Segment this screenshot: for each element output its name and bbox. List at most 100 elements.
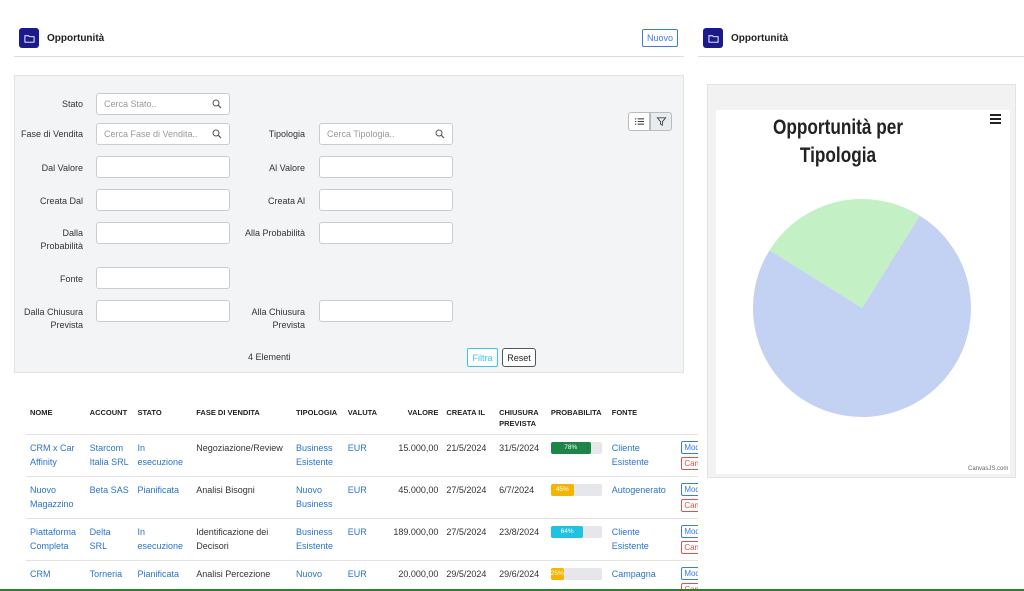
creata-dal-input[interactable]: [96, 189, 230, 211]
probability-fill: 64%: [550, 526, 584, 538]
dalla-chiusura-label: Dalla Chiusura Prevista: [23, 307, 83, 330]
col-tipologia[interactable]: TIPOLOGIA: [291, 402, 344, 435]
dalla-probabilita-input[interactable]: [96, 222, 230, 244]
col-stato[interactable]: STATO: [133, 402, 193, 435]
cell-stato[interactable]: In esecuzione: [133, 518, 193, 561]
probability-bar: 78%: [550, 442, 602, 454]
folder-icon: [703, 28, 723, 48]
search-icon: [212, 129, 222, 139]
tipologia-search-input[interactable]: Cerca Tipologia..: [319, 123, 453, 145]
filter-toggle-button[interactable]: [650, 112, 672, 131]
search-icon: [435, 129, 445, 139]
cell-valore: 20.000,00: [389, 560, 443, 591]
cell-fase: Analisi Bisogni: [192, 476, 292, 519]
cell-account[interactable]: Beta SAS: [85, 476, 134, 519]
modifica-button[interactable]: Modifica: [681, 483, 698, 496]
alla-probabilita-input[interactable]: [319, 222, 453, 244]
fonte-label: Fonte: [59, 274, 83, 284]
cell-fonte[interactable]: Campagna: [607, 560, 678, 591]
cell-probabilita: 64%: [546, 518, 608, 561]
cell-valore: 45.000,00: [389, 476, 443, 519]
fonte-input[interactable]: [96, 267, 230, 289]
cell-chiusura: 23/8/2024: [495, 518, 547, 561]
table-row: CRM Torneria Pianificata Analisi Percezione…: [26, 560, 698, 591]
col-creata[interactable]: CREATA IL: [442, 402, 496, 435]
cell-tipologia[interactable]: Nuovo: [291, 560, 344, 591]
modifica-button[interactable]: Modifica: [681, 441, 698, 454]
probability-bar: 45%: [550, 484, 602, 496]
cell-valuta[interactable]: EUR: [343, 476, 390, 519]
cell-fonte[interactable]: Cliente Esistente: [607, 518, 678, 561]
cell-stato[interactable]: Pianificata: [133, 476, 193, 519]
filter-icon: [655, 117, 667, 126]
hamburger-icon[interactable]: [990, 114, 1001, 124]
cell-chiusura: 6/7/2024: [495, 476, 547, 519]
fase-search-input[interactable]: Cerca Fase di Vendita..: [96, 123, 230, 145]
cell-fonte[interactable]: Cliente Esistente: [607, 434, 678, 477]
cell-fonte[interactable]: Autogenerato: [607, 476, 678, 519]
cell-fase: Identificazione dei Decisori: [192, 518, 292, 561]
col-valuta[interactable]: VALUTA: [343, 402, 390, 435]
cancella-button[interactable]: Cancella: [681, 457, 698, 470]
dalla-chiusura-input[interactable]: [96, 300, 230, 322]
cell-account[interactable]: Delta SRL: [85, 518, 134, 561]
opportunities-table-wrap: NOME ACCOUNT STATO FASE DI VENDITA TIPOL…: [26, 402, 698, 591]
cell-account[interactable]: Starcom Italia SRL: [85, 434, 134, 477]
modifica-button[interactable]: Modifica: [681, 525, 698, 538]
stato-search-input[interactable]: Cerca Stato..: [96, 93, 230, 115]
al-valore-input[interactable]: [319, 156, 453, 178]
cancella-button[interactable]: Cancella: [681, 541, 698, 554]
cell-tipologia[interactable]: Business Esistente: [291, 434, 344, 477]
cell-valore: 189.000,00: [389, 518, 443, 561]
col-nome[interactable]: NOME: [26, 402, 86, 435]
cell-nome[interactable]: CRM x Car Affinity: [26, 434, 86, 477]
chart-panel-title: Opportunità: [731, 33, 789, 44]
table-row: CRM x Car Affinity Starcom Italia SRL In e…: [26, 434, 698, 477]
cell-stato[interactable]: Pianificata: [133, 560, 193, 591]
chart-credit[interactable]: CanvasJS.com: [968, 466, 1008, 472]
cell-nome[interactable]: CRM: [26, 560, 86, 591]
cancella-button[interactable]: Cancella: [681, 499, 698, 512]
pie-chart: [753, 199, 971, 417]
cell-tipologia[interactable]: Business Esistente: [291, 518, 344, 561]
table-row: Nuovo Magazzino Beta SAS Pianificata Analis…: [26, 476, 698, 519]
col-account[interactable]: ACCOUNT: [85, 402, 134, 435]
cell-nome[interactable]: Piattaforma Completa: [26, 518, 86, 561]
cell-tipologia[interactable]: Nuovo Business: [291, 476, 344, 519]
col-fonte[interactable]: FONTE: [607, 402, 678, 435]
creata-al-input[interactable]: [319, 189, 453, 211]
modifica-button[interactable]: Modifica: [681, 567, 698, 580]
reset-button[interactable]: Reset: [502, 348, 536, 367]
col-chiusura[interactable]: CHIUSURA PREVISTA: [495, 402, 547, 435]
list-view-button[interactable]: [628, 112, 650, 131]
cell-chiusura: 29/6/2024: [495, 560, 547, 591]
col-actions: [677, 402, 698, 435]
cell-probabilita: 45%: [546, 476, 608, 519]
filtra-button[interactable]: Filtra: [467, 348, 498, 367]
dal-valore-label: Dal Valore: [41, 163, 83, 173]
opportunities-table: NOME ACCOUNT STATO FASE DI VENDITA TIPOL…: [26, 402, 698, 591]
alla-chiusura-label: Alla Chiusura Prevista: [251, 307, 305, 330]
results-count: 4 Elementi: [248, 352, 291, 362]
cell-probabilita: 25%: [546, 560, 608, 591]
cell-nome[interactable]: Nuovo Magazzino: [26, 476, 86, 519]
new-button[interactable]: Nuovo: [642, 29, 678, 47]
col-valore[interactable]: VALORE: [389, 402, 443, 435]
cell-valuta[interactable]: EUR: [343, 434, 390, 477]
cell-account[interactable]: Torneria: [85, 560, 134, 591]
probability-bar: 25%: [551, 568, 602, 580]
cell-creata: 29/5/2024: [442, 560, 496, 591]
cell-valuta[interactable]: EUR: [343, 560, 390, 591]
cell-stato[interactable]: In esecuzione: [133, 434, 193, 477]
dal-valore-input[interactable]: [96, 156, 230, 178]
col-fase[interactable]: FASE DI VENDITA: [192, 402, 292, 435]
folder-icon: [19, 28, 39, 48]
cell-valuta[interactable]: EUR: [343, 518, 390, 561]
list-icon: [634, 118, 644, 125]
fase-placeholder: Cerca Fase di Vendita..: [104, 129, 198, 139]
cell-fase: Analisi Percezione: [192, 560, 292, 591]
alla-chiusura-input[interactable]: [319, 300, 453, 322]
col-probabilita[interactable]: PROBABILITA: [546, 402, 608, 435]
al-valore-label: Al Valore: [269, 163, 305, 173]
alla-probabilita-label: Alla Probabilità: [244, 228, 305, 238]
